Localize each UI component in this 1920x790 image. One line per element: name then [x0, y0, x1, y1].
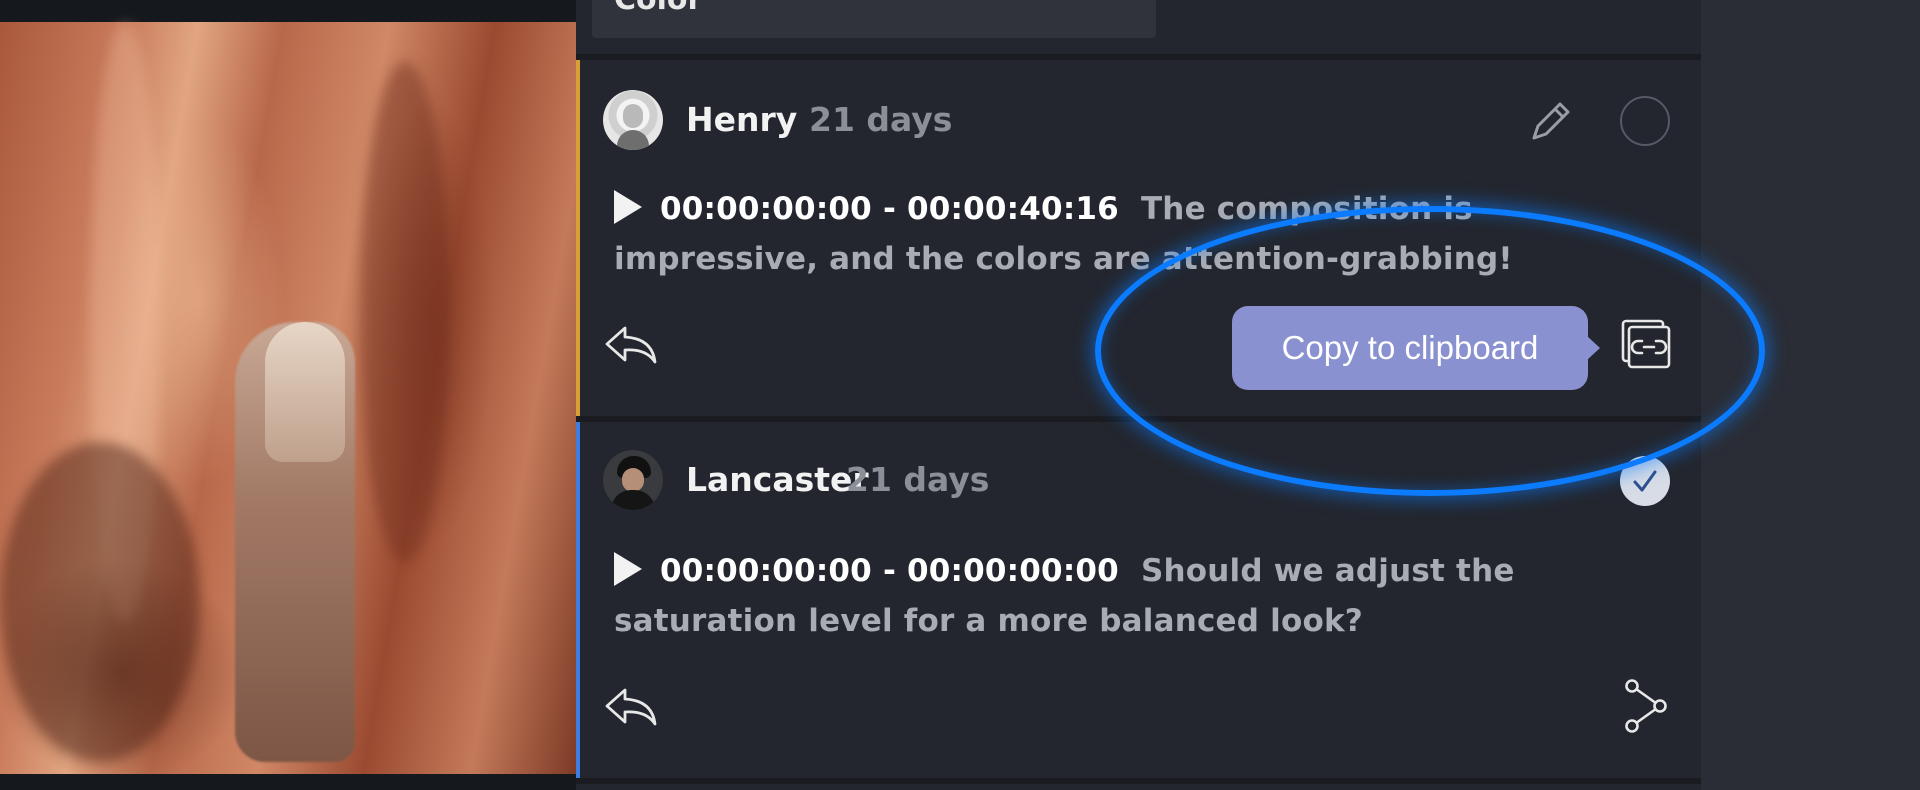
avatar — [603, 90, 663, 150]
reply-icon[interactable] — [603, 322, 659, 366]
check-icon[interactable] — [1620, 456, 1670, 506]
color-field[interactable]: Color — [592, 0, 1156, 38]
copy-tooltip: Copy to clipboard — [1232, 306, 1600, 390]
avatar-face — [622, 468, 644, 492]
media-timeline-bar — [0, 774, 576, 790]
avatar-shoulders — [611, 490, 655, 510]
comment-timecode[interactable]: 00:00:00:00 - 00:00:00:00 — [660, 553, 1119, 589]
play-icon[interactable] — [614, 190, 642, 224]
play-icon[interactable] — [614, 552, 642, 586]
comment-accent-bar — [576, 60, 580, 416]
comment-age: 21 days — [809, 100, 953, 139]
resolve-circle-icon[interactable] — [1620, 96, 1670, 146]
rock-shadow — [360, 62, 450, 562]
avatar-face — [623, 104, 643, 128]
divider — [576, 778, 1701, 784]
comment-timecode[interactable]: 00:00:00:00 - 00:00:40:16 — [660, 191, 1119, 227]
comment-author: Lancaster — [686, 460, 869, 499]
comment-age: 21 days — [846, 460, 990, 499]
edit-pencil-icon[interactable] — [1526, 96, 1576, 146]
copy-link-icon[interactable] — [1620, 318, 1672, 370]
share-icon[interactable] — [1620, 678, 1672, 734]
comment-author: Henry — [686, 100, 798, 139]
app-root: Color Henry 21 days 00:00:00:00 - 00:00:… — [0, 0, 1920, 790]
right-gutter — [1701, 0, 1920, 790]
avatar — [603, 450, 663, 510]
comment-item: Lancaster 21 days 00:00:00:00 - 00:00:00… — [576, 422, 1701, 778]
reply-icon[interactable] — [603, 684, 659, 728]
comment-accent-bar — [576, 422, 580, 778]
figure-hood — [265, 322, 345, 462]
comment-body: 00:00:00:00 - 00:00:00:00 Should we adju… — [614, 546, 1654, 646]
media-toolbar — [0, 0, 576, 22]
avatar-shoulders — [617, 130, 649, 150]
media-preview — [0, 0, 576, 790]
rock-shadow — [0, 442, 200, 762]
comment-body: 00:00:00:00 - 00:00:40:16 The compositio… — [614, 184, 1654, 284]
comments-panel: Color Henry 21 days 00:00:00:00 - 00:00:… — [576, 0, 1701, 790]
video-frame[interactable] — [0, 22, 576, 774]
